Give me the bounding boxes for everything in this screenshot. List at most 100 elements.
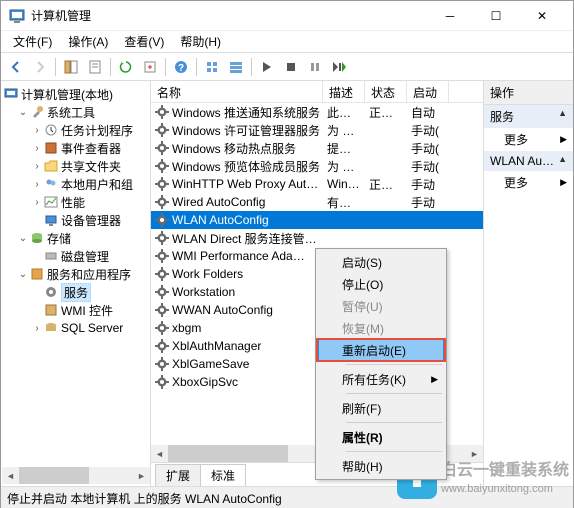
- context-resume[interactable]: 恢复(M): [318, 317, 444, 339]
- collapse-icon[interactable]: ⌄: [17, 233, 29, 244]
- tree-performance[interactable]: › 性能: [3, 193, 148, 211]
- service-row[interactable]: Windows 移动热点服务提供…手动(: [151, 139, 483, 157]
- context-properties[interactable]: 属性(R): [318, 426, 444, 448]
- tree-task-scheduler[interactable]: › 任务计划程序: [3, 121, 148, 139]
- context-pause[interactable]: 暂停(U): [318, 295, 444, 317]
- context-start[interactable]: 启动(S): [318, 251, 444, 273]
- service-desc: Win…: [323, 177, 365, 191]
- service-row[interactable]: Windows 预览体验成员服务为 W…手动(: [151, 157, 483, 175]
- menu-action[interactable]: 操作(A): [60, 31, 116, 52]
- service-desc: 此服…: [323, 104, 365, 121]
- service-startup: 手动(: [407, 158, 449, 175]
- tree-services-apps[interactable]: ⌄ 服务和应用程序: [3, 265, 148, 283]
- service-name: WinHTTP Web Proxy Aut…: [172, 177, 318, 191]
- menu-separator: [346, 422, 442, 423]
- submenu-arrow-icon: ▶: [431, 374, 438, 385]
- submenu-arrow-icon: ▶: [560, 177, 567, 188]
- stop-button[interactable]: [280, 56, 302, 78]
- tree-pane[interactable]: 计算机管理(本地) ⌄ 系统工具 › 任务计划程序 › 事件查看器 › 共享文件…: [1, 81, 151, 486]
- show-hide-tree-button[interactable]: [60, 56, 82, 78]
- collapse-icon[interactable]: ⌄: [17, 107, 29, 118]
- close-button[interactable]: ✕: [519, 1, 565, 31]
- gear-icon: [155, 213, 169, 227]
- expand-icon[interactable]: ›: [31, 179, 43, 190]
- service-desc: 提供…: [323, 140, 365, 157]
- column-startup[interactable]: 启动: [407, 81, 449, 102]
- context-stop[interactable]: 停止(O): [318, 273, 444, 295]
- grid-button-2[interactable]: [225, 56, 247, 78]
- disk-icon: [43, 248, 59, 264]
- clock-icon: [43, 122, 59, 138]
- action-more-1[interactable]: 更多 ▶: [484, 128, 573, 151]
- expand-icon[interactable]: ›: [31, 161, 43, 172]
- expand-icon[interactable]: ›: [31, 125, 43, 136]
- tree-device-manager[interactable]: 设备管理器: [3, 211, 148, 229]
- gear-icon: [155, 159, 169, 173]
- service-name: XboxGipSvc: [172, 375, 238, 389]
- tree-wmi[interactable]: WMI 控件: [3, 301, 148, 319]
- storage-icon: [29, 230, 45, 246]
- context-restart[interactable]: 重新启动(E): [318, 339, 444, 361]
- column-name[interactable]: 名称: [151, 81, 323, 102]
- maximize-button[interactable]: ☐: [473, 1, 519, 31]
- gear-icon: [155, 339, 169, 353]
- expand-icon[interactable]: ›: [31, 323, 43, 334]
- action-section-wlan[interactable]: WLAN Au… ▲: [484, 151, 573, 171]
- menu-view[interactable]: 查看(V): [116, 31, 172, 52]
- service-row[interactable]: Wired AutoConfig有线…手动: [151, 193, 483, 211]
- tab-extended[interactable]: 扩展: [155, 464, 201, 486]
- action-pane: 操作 服务 ▲ 更多 ▶ WLAN Au… ▲ 更多 ▶: [483, 81, 573, 486]
- service-desc: 为 M…: [323, 122, 365, 139]
- tab-standard[interactable]: 标准: [200, 464, 246, 486]
- service-row[interactable]: WLAN AutoConfig: [151, 211, 483, 229]
- service-row[interactable]: Windows 推送通知系统服务此服…正在…自动: [151, 103, 483, 121]
- users-icon: [43, 176, 59, 192]
- forward-button[interactable]: [29, 56, 51, 78]
- refresh-button[interactable]: [115, 56, 137, 78]
- gear-icon: [155, 141, 169, 155]
- collapse-icon[interactable]: ⌄: [17, 269, 29, 280]
- back-button[interactable]: [5, 56, 27, 78]
- service-row[interactable]: WLAN Direct 服务连接管…: [151, 229, 483, 247]
- minimize-button[interactable]: ─: [427, 1, 473, 31]
- column-desc[interactable]: 描述: [323, 81, 365, 102]
- tree-disk-management[interactable]: 磁盘管理: [3, 247, 148, 265]
- column-status[interactable]: 状态: [365, 81, 407, 102]
- service-status: 正在…: [365, 176, 407, 193]
- menubar: 文件(F) 操作(A) 查看(V) 帮助(H): [1, 31, 573, 53]
- action-more-2[interactable]: 更多 ▶: [484, 171, 573, 194]
- service-row[interactable]: WinHTTP Web Proxy Aut…Win…正在…手动: [151, 175, 483, 193]
- context-help[interactable]: 帮助(H): [318, 455, 444, 477]
- gear-icon: [155, 231, 169, 245]
- service-startup: 手动(: [407, 122, 449, 139]
- restart-button[interactable]: [328, 56, 350, 78]
- tree-shared-folders[interactable]: › 共享文件夹: [3, 157, 148, 175]
- action-section-services[interactable]: 服务 ▲: [484, 105, 573, 128]
- tree-event-viewer[interactable]: › 事件查看器: [3, 139, 148, 157]
- menu-file[interactable]: 文件(F): [5, 31, 60, 52]
- service-name: WLAN Direct 服务连接管…: [172, 230, 317, 247]
- gear-icon: [155, 249, 169, 263]
- tree-sql-server[interactable]: › SQL Server: [3, 319, 148, 337]
- tree-root[interactable]: 计算机管理(本地): [3, 85, 148, 103]
- help-button[interactable]: ?: [170, 56, 192, 78]
- expand-icon[interactable]: ›: [31, 197, 43, 208]
- expand-icon[interactable]: ›: [31, 143, 43, 154]
- tree-storage[interactable]: ⌄ 存储: [3, 229, 148, 247]
- context-all-tasks[interactable]: 所有任务(K) ▶: [318, 368, 444, 390]
- tree-scrollbar[interactable]: ◄ ►: [2, 467, 150, 484]
- service-status: 正在…: [365, 104, 407, 121]
- menu-help[interactable]: 帮助(H): [172, 31, 229, 52]
- tree-services[interactable]: 服务: [3, 283, 148, 301]
- tree-local-users[interactable]: › 本地用户和组: [3, 175, 148, 193]
- tree-system-tools[interactable]: ⌄ 系统工具: [3, 103, 148, 121]
- watermark-url: www.baiyunxitong.com: [441, 482, 569, 496]
- play-button[interactable]: [256, 56, 278, 78]
- export-button[interactable]: [139, 56, 161, 78]
- properties-button[interactable]: [84, 56, 106, 78]
- pause-button[interactable]: [304, 56, 326, 78]
- context-refresh[interactable]: 刷新(F): [318, 397, 444, 419]
- service-name: WLAN AutoConfig: [172, 213, 269, 227]
- grid-button-1[interactable]: [201, 56, 223, 78]
- service-row[interactable]: Windows 许可证管理器服务为 M…手动(: [151, 121, 483, 139]
